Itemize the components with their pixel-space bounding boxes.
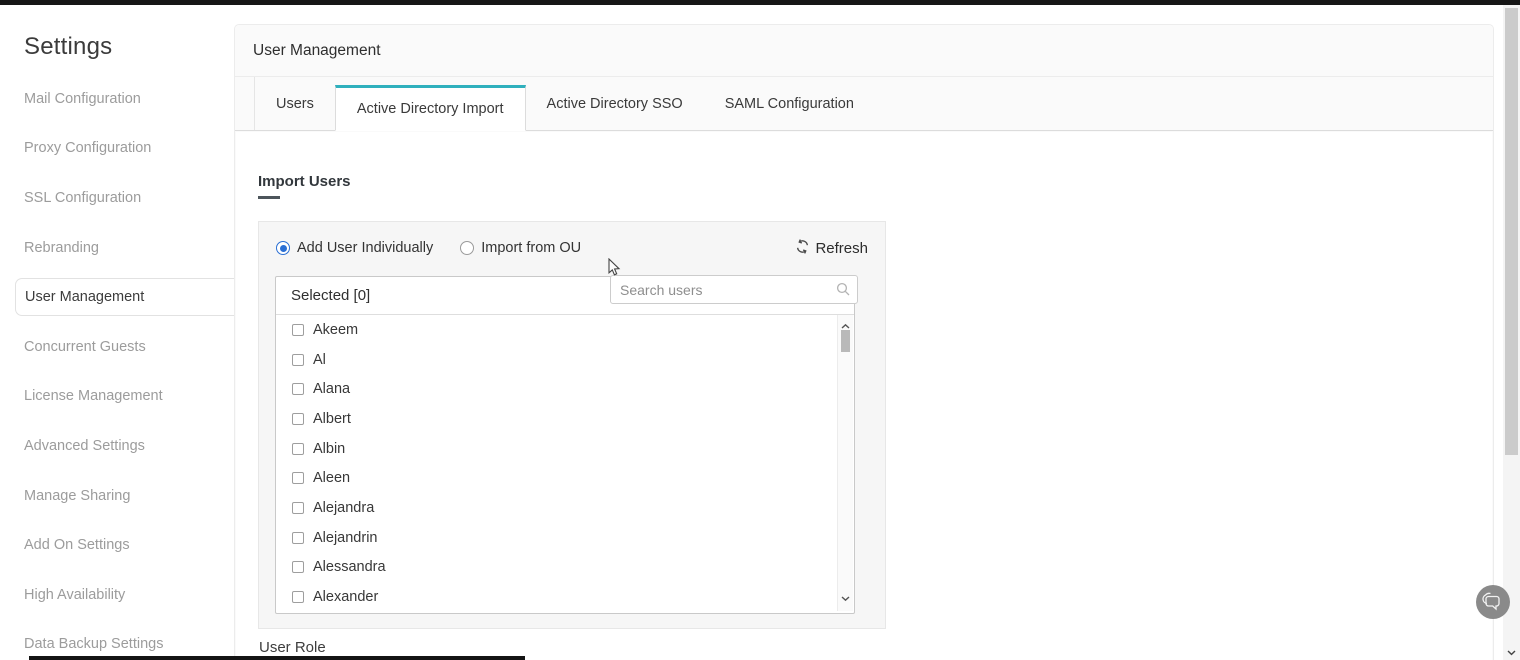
- settings-sidebar: Settings Mail Configuration Proxy Config…: [0, 5, 234, 660]
- user-checkbox[interactable]: [292, 561, 304, 573]
- sidebar-item-manage-sharing[interactable]: Manage Sharing: [0, 471, 234, 521]
- user-checkbox[interactable]: [292, 383, 304, 395]
- user-list-box: Selected [0] Akeem Al Alana Albert: [275, 276, 855, 614]
- sidebar-item-license-management[interactable]: License Management: [0, 372, 234, 422]
- user-row[interactable]: Alejandrin: [276, 523, 837, 553]
- radio-add-user-individually[interactable]: [276, 241, 290, 255]
- sidebar-item-data-backup-settings[interactable]: Data Backup Settings: [0, 620, 234, 660]
- user-row[interactable]: Albert: [276, 404, 837, 434]
- page-scroll-down-icon[interactable]: [1505, 645, 1518, 658]
- user-checkbox[interactable]: [292, 354, 304, 366]
- tab-saml-configuration[interactable]: SAML Configuration: [704, 77, 875, 130]
- mouse-cursor: [608, 258, 621, 282]
- user-row[interactable]: Alejandra: [276, 493, 837, 523]
- sidebar-item-add-on-settings[interactable]: Add On Settings: [0, 520, 234, 570]
- search-icon: [836, 282, 850, 301]
- refresh-icon: [795, 239, 810, 258]
- tab-content: Import Users Add User Individually Impor…: [236, 132, 1492, 660]
- user-list: Akeem Al Alana Albert Albin Aleen Alejan…: [276, 315, 837, 611]
- tab-active-directory-import[interactable]: Active Directory Import: [335, 85, 526, 131]
- refresh-button[interactable]: Refresh: [795, 239, 868, 258]
- user-row[interactable]: Aleen: [276, 463, 837, 493]
- heading-underline: [258, 196, 280, 199]
- user-row[interactable]: Alexander: [276, 582, 837, 611]
- search-users: [610, 275, 858, 304]
- scroll-down-icon[interactable]: [839, 590, 852, 608]
- user-checkbox[interactable]: [292, 472, 304, 484]
- sidebar-item-high-availability[interactable]: High Availability: [0, 570, 234, 620]
- page-title: User Management: [235, 25, 1493, 77]
- user-role-label: User Role: [259, 639, 326, 656]
- sidebar-nav: Mail Configuration Proxy Configuration S…: [0, 74, 234, 660]
- sidebar-item-concurrent-guests[interactable]: Concurrent Guests: [0, 322, 234, 372]
- refresh-label: Refresh: [815, 240, 868, 257]
- radio-import-from-ou[interactable]: [460, 241, 474, 255]
- import-mode-panel: Add User Individually Import from OU Ref…: [258, 221, 886, 629]
- search-users-input[interactable]: [610, 275, 858, 304]
- user-row[interactable]: Al: [276, 345, 837, 375]
- page-scrollbar[interactable]: [1503, 5, 1520, 660]
- tab-users[interactable]: Users: [254, 77, 335, 130]
- user-checkbox[interactable]: [292, 413, 304, 425]
- sidebar-title: Settings: [24, 33, 112, 61]
- sidebar-item-advanced-settings[interactable]: Advanced Settings: [0, 421, 234, 471]
- sidebar-item-proxy-configuration[interactable]: Proxy Configuration: [0, 124, 234, 174]
- user-management-card: User Management Users Active Directory I…: [234, 24, 1494, 660]
- import-mode-row: Add User Individually Import from OU Ref…: [259, 222, 885, 274]
- tab-active-directory-sso[interactable]: Active Directory SSO: [526, 77, 704, 130]
- user-checkbox[interactable]: [292, 532, 304, 544]
- sidebar-item-ssl-configuration[interactable]: SSL Configuration: [0, 173, 234, 223]
- sidebar-item-mail-configuration[interactable]: Mail Configuration: [0, 74, 234, 124]
- user-checkbox[interactable]: [292, 591, 304, 603]
- user-checkbox[interactable]: [292, 502, 304, 514]
- sidebar-item-user-management[interactable]: User Management: [15, 278, 234, 316]
- page-scroll-thumb[interactable]: [1505, 8, 1518, 455]
- bottom-chrome-bar: [29, 656, 525, 660]
- top-chrome-bar: [0, 0, 1520, 5]
- user-row[interactable]: Alana: [276, 374, 837, 404]
- sidebar-item-rebranding[interactable]: Rebranding: [0, 223, 234, 273]
- list-scrollbar[interactable]: [837, 315, 853, 611]
- user-checkbox[interactable]: [292, 443, 304, 455]
- radio-label-add-user-individually[interactable]: Add User Individually: [297, 240, 433, 256]
- user-row[interactable]: Albin: [276, 434, 837, 464]
- tab-bar: Users Active Directory Import Active Dir…: [235, 77, 1493, 131]
- import-users-heading: Import Users: [258, 173, 351, 190]
- list-scroll-thumb[interactable]: [841, 330, 850, 352]
- radio-label-import-from-ou[interactable]: Import from OU: [481, 240, 581, 256]
- user-row[interactable]: Alessandra: [276, 553, 837, 583]
- user-checkbox[interactable]: [292, 324, 304, 336]
- user-row[interactable]: Akeem: [276, 315, 837, 345]
- chat-feedback-button[interactable]: [1476, 585, 1510, 619]
